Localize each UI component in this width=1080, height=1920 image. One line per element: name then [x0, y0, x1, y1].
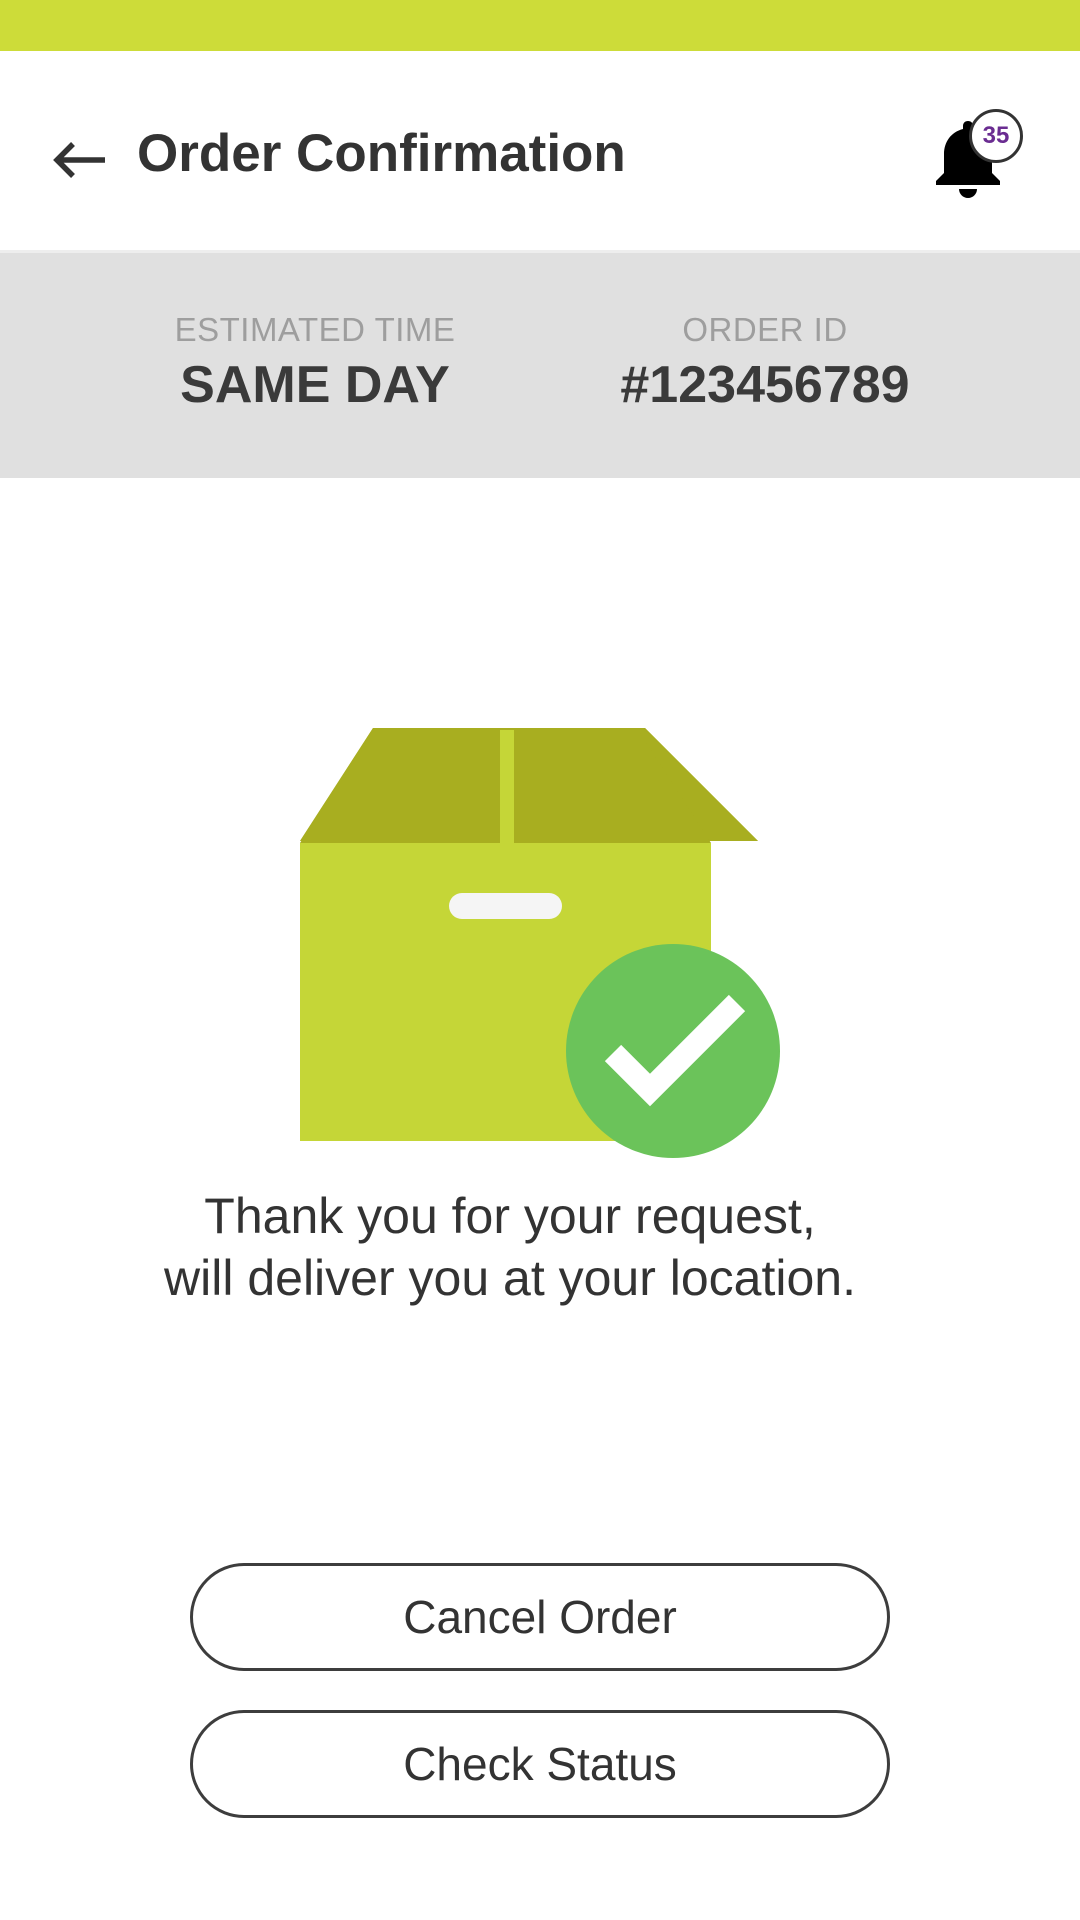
- cancel-order-button[interactable]: Cancel Order: [190, 1563, 890, 1671]
- estimated-time-block: ESTIMATED TIME SAME DAY: [135, 311, 495, 415]
- status-bar: [0, 0, 1080, 51]
- arrow-left-icon: [53, 142, 105, 178]
- notification-count-badge: 35: [969, 109, 1023, 163]
- message-line-2: will deliver you at your location.: [164, 1250, 856, 1306]
- back-button[interactable]: [44, 125, 114, 195]
- order-confirmed-illustration: [300, 728, 780, 1158]
- app-bar: Order Confirmation 35: [0, 51, 1080, 247]
- confirmation-message: Thank you for your request, will deliver…: [90, 1185, 930, 1309]
- check-circle-icon: [566, 944, 780, 1158]
- order-id-label: ORDER ID: [682, 311, 848, 348]
- page-title: Order Confirmation: [137, 124, 626, 183]
- check-status-button[interactable]: Check Status: [190, 1710, 890, 1818]
- estimated-time-value: SAME DAY: [180, 356, 450, 414]
- order-id-value: #123456789: [620, 356, 910, 414]
- order-id-block: ORDER ID #123456789: [565, 311, 965, 415]
- message-line-1: Thank you for your request,: [204, 1188, 816, 1244]
- notifications-button[interactable]: 35: [920, 109, 1030, 209]
- estimated-time-label: ESTIMATED TIME: [174, 311, 456, 348]
- order-info-band: ESTIMATED TIME SAME DAY ORDER ID #123456…: [0, 250, 1080, 478]
